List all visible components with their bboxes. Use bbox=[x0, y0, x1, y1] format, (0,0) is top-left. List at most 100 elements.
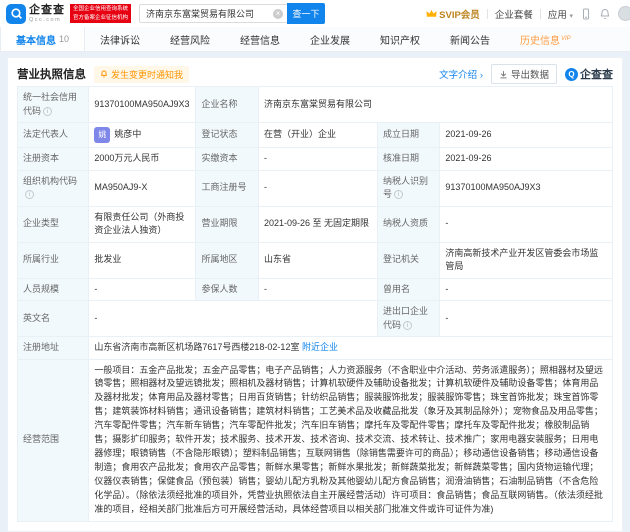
download-icon bbox=[499, 70, 508, 79]
est-date-label: 成立日期 bbox=[377, 123, 439, 148]
reg-authority-label: 登记机关 bbox=[377, 242, 439, 278]
biz-reg-no-label: 工商注册号 bbox=[196, 170, 258, 206]
info-icon[interactable]: i bbox=[394, 190, 403, 199]
vip-tag: VIP bbox=[561, 36, 571, 42]
est-date-value: 2021-09-26 bbox=[440, 123, 613, 148]
approval-date-value: 2021-09-26 bbox=[440, 148, 613, 171]
biz-term-label: 营业期限 bbox=[196, 206, 258, 242]
tab-history-info[interactable]: 历史信息VIP bbox=[505, 27, 586, 51]
divider bbox=[487, 9, 488, 19]
table-row: 统一社会信用代码i 91370100MA950AJ9X3 企业名称 济南京东富棠… bbox=[18, 87, 613, 123]
text-intro-link[interactable]: 文字介绍 › bbox=[439, 67, 483, 81]
svip-menu-item[interactable]: SVIP会员 bbox=[426, 7, 480, 21]
company-name-label: 企业名称 bbox=[196, 87, 258, 123]
industry-value: 批发业 bbox=[89, 242, 196, 278]
table-row: 所属行业 批发业 所属地区 山东省 登记机关 济南高新技术产业开发区管委会市场监… bbox=[18, 242, 613, 278]
export-data-button[interactable]: 导出数据 bbox=[491, 64, 557, 84]
mobile-app-icon[interactable] bbox=[580, 8, 592, 20]
table-row: 经营范围 一般项目：五金产品批发；五金产品零售；电子产品销售；人力资源服务（不含… bbox=[18, 359, 613, 521]
qcc-logo[interactable]: 企查查 Qcc.com 全国企业信用查询系统 官方备案企业征信机构 bbox=[6, 4, 131, 24]
notify-on-change-badge[interactable]: 发生变更时通知我 bbox=[94, 66, 189, 83]
tab-intellectual-property[interactable]: 知识产权 bbox=[365, 27, 435, 51]
import-export-label: 进出口企业代码i bbox=[377, 301, 439, 337]
taxpayer-quality-value: - bbox=[440, 206, 613, 242]
user-avatar[interactable] bbox=[618, 6, 630, 21]
table-row: 注册地址 山东省济南市高新区机场路7617号西楼218-02-12室 附近企业 bbox=[18, 337, 613, 360]
search-button[interactable]: 查一下 bbox=[287, 3, 325, 24]
legal-rep-avatar[interactable]: 姚 bbox=[94, 127, 110, 143]
qcc-watermark: Q 企查查 bbox=[565, 66, 613, 82]
table-row: 法定代表人 姚 姚彦中 登记状态 在营（开业）企业 成立日期 2021-09-2… bbox=[18, 123, 613, 148]
nearby-companies-link[interactable]: 附近企业 bbox=[302, 342, 338, 352]
import-export-value: - bbox=[440, 301, 613, 337]
address-value: 山东省济南市高新区机场路7617号西楼218-02-12室 附近企业 bbox=[89, 337, 613, 360]
paid-capital-label: 实缴资本 bbox=[196, 148, 258, 171]
clear-search-icon[interactable]: × bbox=[273, 9, 283, 19]
company-type-label: 企业类型 bbox=[18, 206, 89, 242]
business-scope-label: 经营范围 bbox=[18, 359, 89, 521]
logo-domain: Qcc.com bbox=[29, 17, 65, 23]
table-row: 英文名 - 进出口企业代码i - bbox=[18, 301, 613, 337]
credit-code-label: 统一社会信用代码i bbox=[18, 87, 89, 123]
tab-count: 10 bbox=[59, 34, 69, 44]
tab-company-development[interactable]: 企业发展 bbox=[295, 27, 365, 51]
table-row: 人员规模 - 参保人数 - 曾用名 - bbox=[18, 278, 613, 301]
business-license-card: 营业执照信息 发生变更时通知我 文字介绍 › 导出数据 Q 企查查 bbox=[7, 57, 623, 532]
region-label: 所属地区 bbox=[196, 242, 258, 278]
region-value: 山东省 bbox=[258, 242, 377, 278]
table-row: 组织机构代码i MA950AJ9-X 工商注册号 - 纳税人识别号i 91370… bbox=[18, 170, 613, 206]
company-name-value: 济南京东富棠贸易有限公司 bbox=[258, 87, 612, 123]
package-menu-item[interactable]: 企业套餐 bbox=[495, 7, 533, 21]
staff-size-label: 人员规模 bbox=[18, 278, 89, 301]
former-name-label: 曾用名 bbox=[377, 278, 439, 301]
english-name-value: - bbox=[89, 301, 378, 337]
status-value: 在营（开业）企业 bbox=[258, 123, 377, 148]
business-scope-value: 一般项目：五金产品批发；五金产品零售；电子产品销售；人力资源服务（不含职业中介活… bbox=[89, 359, 613, 521]
legal-rep-label: 法定代表人 bbox=[18, 123, 89, 148]
notification-bell-icon[interactable] bbox=[599, 8, 611, 20]
reg-capital-label: 注册资本 bbox=[18, 148, 89, 171]
reg-capital-value: 2000万元人民币 bbox=[89, 148, 196, 171]
qcc-watermark-icon: Q bbox=[565, 68, 578, 81]
credit-code-value: 91370100MA950AJ9X3 bbox=[89, 87, 196, 123]
chevron-down-icon: ▾ bbox=[569, 13, 573, 20]
biz-term-value: 2021-09-26 至 无固定期限 bbox=[258, 206, 377, 242]
search-bar: × 查一下 bbox=[139, 3, 325, 24]
approval-date-label: 核准日期 bbox=[377, 148, 439, 171]
tab-basic-info[interactable]: 基本信息10 bbox=[0, 27, 85, 51]
industry-label: 所属行业 bbox=[18, 242, 89, 278]
tab-news-announcements[interactable]: 新闻公告 bbox=[435, 27, 505, 51]
info-icon[interactable]: i bbox=[43, 107, 52, 116]
biz-reg-no-value: - bbox=[258, 170, 377, 206]
staff-size-value: - bbox=[89, 278, 196, 301]
info-icon[interactable]: i bbox=[25, 190, 34, 199]
logo-name: 企查查 bbox=[29, 4, 65, 16]
crown-icon bbox=[426, 9, 437, 18]
org-code-value: MA950AJ9-X bbox=[89, 170, 196, 206]
legal-rep-value: 姚 姚彦中 bbox=[89, 123, 196, 148]
detail-tab-bar: 基本信息10 法律诉讼 经营风险 经营信息 企业发展 知识产权 新闻公告 历史信… bbox=[0, 27, 630, 52]
info-icon[interactable]: i bbox=[403, 321, 412, 330]
section-title: 营业执照信息 bbox=[17, 66, 86, 82]
top-header: 企查查 Qcc.com 全国企业信用查询系统 官方备案企业征信机构 × 查一下 … bbox=[0, 0, 630, 27]
address-label: 注册地址 bbox=[18, 337, 89, 360]
legal-rep-name-link[interactable]: 姚彦中 bbox=[114, 128, 141, 142]
search-input[interactable] bbox=[139, 4, 287, 23]
tab-operation-info[interactable]: 经营信息 bbox=[225, 27, 295, 51]
table-row: 注册资本 2000万元人民币 实缴资本 - 核准日期 2021-09-26 bbox=[18, 148, 613, 171]
apps-menu-item[interactable]: 应用 ▾ bbox=[548, 7, 573, 21]
taxpayer-quality-label: 纳税人资质 bbox=[377, 206, 439, 242]
company-type-value: 有限责任公司（外商投资企业法人独资） bbox=[89, 206, 196, 242]
insured-value: - bbox=[258, 278, 377, 301]
former-name-value: - bbox=[440, 278, 613, 301]
official-badge: 全国企业信用查询系统 官方备案企业征信机构 bbox=[70, 4, 131, 23]
table-row: 企业类型 有限责任公司（外商投资企业法人独资） 营业期限 2021-09-26 … bbox=[18, 206, 613, 242]
tab-legal-litigation[interactable]: 法律诉讼 bbox=[85, 27, 155, 51]
tab-operation-risk[interactable]: 经营风险 bbox=[155, 27, 225, 51]
insured-label: 参保人数 bbox=[196, 278, 258, 301]
taxpayer-id-label: 纳税人识别号i bbox=[377, 170, 439, 206]
english-name-label: 英文名 bbox=[18, 301, 89, 337]
taxpayer-id-value: 91370100MA950AJ9X3 bbox=[440, 170, 613, 206]
reg-authority-value: 济南高新技术产业开发区管委会市场监管局 bbox=[440, 242, 613, 278]
bell-icon bbox=[100, 70, 108, 78]
